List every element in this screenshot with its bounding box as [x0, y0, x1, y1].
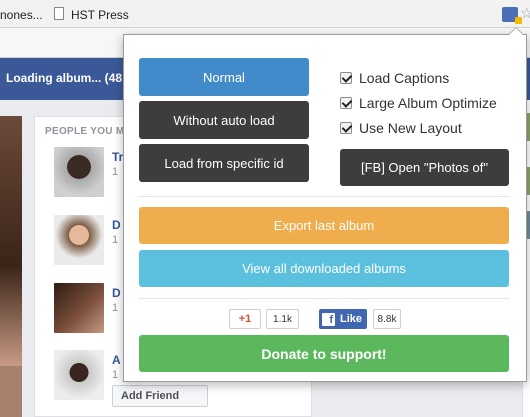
facebook-icon: f: [322, 312, 335, 326]
avatar[interactable]: [54, 147, 104, 197]
option-load-captions[interactable]: Load Captions: [340, 70, 449, 86]
add-friend-button[interactable]: Add Friend: [112, 385, 208, 407]
divider: [139, 298, 509, 299]
page-icon: [54, 7, 64, 20]
cover-photo: [0, 116, 22, 366]
export-album-button[interactable]: Export last album: [139, 207, 509, 244]
checkbox[interactable]: [340, 72, 352, 84]
checkbox[interactable]: [340, 97, 352, 109]
person-name[interactable]: Tr: [112, 150, 123, 164]
bookmark-item[interactable]: nones...: [0, 8, 43, 22]
option-label: Use New Layout: [359, 120, 462, 136]
extension-icon[interactable]: [502, 7, 522, 24]
fb-like-button[interactable]: f Like: [319, 309, 367, 329]
person-meta: 1: [112, 166, 119, 178]
checkbox[interactable]: [340, 122, 352, 134]
load-from-id-button[interactable]: Load from specific id: [139, 144, 309, 182]
section-title: PEOPLE YOU M: [45, 126, 125, 137]
person-meta: 1: [112, 302, 119, 314]
option-large-album[interactable]: Large Album Optimize: [340, 95, 497, 111]
person-name[interactable]: D: [112, 286, 121, 300]
gplus-count: 1.1k: [266, 309, 299, 329]
avatar[interactable]: [54, 215, 104, 265]
without-auto-load-button[interactable]: Without auto load: [139, 101, 309, 139]
bookmark-star-icon[interactable]: ☆: [520, 4, 530, 22]
cover-photo: [0, 366, 22, 417]
person-meta: 1: [112, 234, 119, 246]
view-albums-button[interactable]: View all downloaded albums: [139, 250, 509, 287]
donate-button[interactable]: Donate to support!: [139, 335, 509, 372]
person-meta: 1: [112, 369, 119, 381]
option-label: Large Album Optimize: [359, 95, 497, 111]
person-name[interactable]: A: [112, 353, 121, 367]
open-photos-of-button[interactable]: [FB] Open "Photos of": [340, 149, 509, 186]
bookmark-item[interactable]: HST Press: [71, 8, 129, 22]
fb-like-label: Like: [340, 313, 363, 325]
normal-button[interactable]: Normal: [139, 58, 309, 96]
loading-status: Loading album... (48: [6, 71, 123, 85]
fb-like-count: 8.8k: [373, 309, 401, 329]
avatar[interactable]: [54, 283, 104, 333]
gplus-button[interactable]: +1: [229, 309, 261, 329]
person-name[interactable]: D: [112, 218, 121, 232]
option-new-layout[interactable]: Use New Layout: [340, 120, 462, 136]
divider: [139, 196, 509, 197]
option-label: Load Captions: [359, 70, 450, 86]
avatar[interactable]: [54, 350, 104, 400]
